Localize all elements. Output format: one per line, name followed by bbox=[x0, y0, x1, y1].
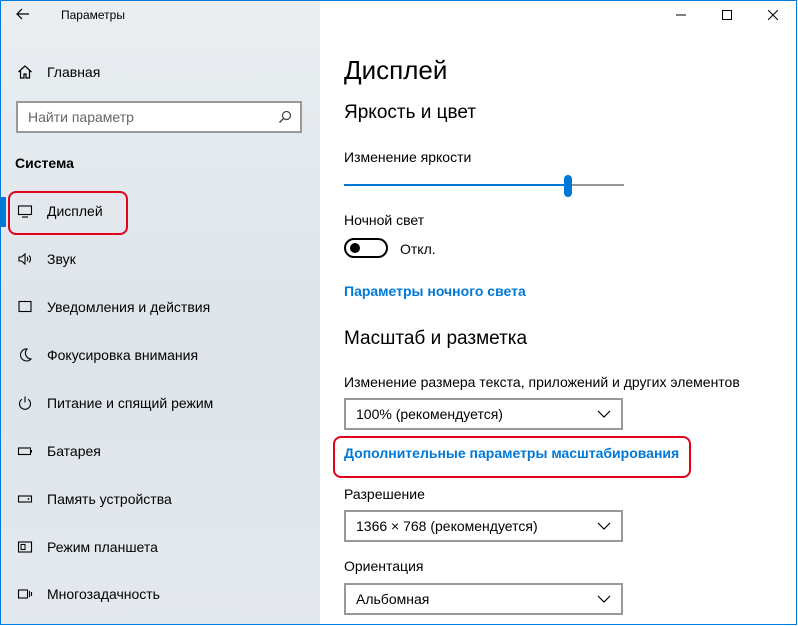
maximize-icon bbox=[722, 10, 732, 20]
chevron-down-icon bbox=[597, 522, 611, 530]
highlight-box-advanced-scaling bbox=[333, 436, 691, 478]
minimize-button[interactable] bbox=[658, 1, 704, 29]
highlight-box-display bbox=[8, 191, 128, 235]
close-icon bbox=[768, 10, 778, 20]
page-title: Дисплей bbox=[344, 55, 448, 85]
multitasking-icon bbox=[15, 584, 35, 604]
close-button[interactable] bbox=[750, 1, 796, 29]
night-light-state: Откл. bbox=[400, 241, 436, 257]
sidebar-section-title: Система bbox=[15, 155, 74, 171]
maximize-button[interactable] bbox=[704, 1, 750, 29]
sidebar-item-label: Режим планшета bbox=[47, 539, 158, 555]
resolution-label: Разрешение bbox=[344, 486, 425, 502]
brightness-label: Изменение яркости bbox=[344, 149, 472, 165]
tablet-icon bbox=[15, 537, 35, 557]
back-button[interactable] bbox=[13, 4, 33, 24]
home-icon bbox=[15, 62, 35, 82]
storage-icon bbox=[15, 489, 35, 509]
scale-dropdown-value: 100% (рекомендуется) bbox=[356, 406, 503, 422]
sidebar-item-power[interactable]: Питание и спящий режим bbox=[15, 391, 213, 415]
brightness-track-fill bbox=[344, 184, 568, 186]
chevron-down-icon bbox=[597, 410, 611, 418]
sidebar-item-home[interactable]: Главная bbox=[15, 61, 100, 83]
sidebar-item-label: Уведомления и действия bbox=[47, 299, 211, 315]
content-pane: Дисплей Яркость и цвет Изменение яркости… bbox=[320, 1, 796, 624]
toggle-knob bbox=[350, 243, 360, 253]
resolution-dropdown[interactable]: 1366 × 768 (рекомендуется) bbox=[344, 510, 623, 542]
resolution-dropdown-value: 1366 × 768 (рекомендуется) bbox=[356, 518, 538, 534]
orientation-label: Ориентация bbox=[344, 558, 424, 574]
scale-label: Изменение размера текста, приложений и д… bbox=[344, 374, 740, 390]
minimize-icon bbox=[676, 14, 686, 16]
chevron-down-icon bbox=[597, 595, 611, 603]
brightness-slider-thumb[interactable] bbox=[564, 175, 572, 197]
scale-dropdown[interactable]: 100% (рекомендуется) bbox=[344, 398, 623, 430]
speaker-icon bbox=[15, 249, 35, 269]
sidebar: Параметры Главная Система Дисплей bbox=[1, 1, 320, 624]
sidebar-item-tablet-mode[interactable]: Режим планшета bbox=[15, 535, 158, 559]
sidebar-item-label: Многозадачность bbox=[47, 586, 160, 602]
search-box[interactable] bbox=[16, 101, 302, 133]
night-light-settings-link[interactable]: Параметры ночного света bbox=[344, 283, 526, 299]
sidebar-item-label: Питание и спящий режим bbox=[47, 395, 214, 411]
search-input[interactable] bbox=[18, 108, 270, 126]
back-arrow-icon bbox=[16, 8, 29, 20]
power-icon bbox=[15, 393, 35, 413]
battery-icon bbox=[15, 441, 35, 461]
active-indicator bbox=[1, 197, 6, 227]
brightness-slider[interactable] bbox=[344, 175, 624, 197]
notifications-icon bbox=[15, 297, 35, 317]
sidebar-item-label: Фокусировка внимания bbox=[47, 347, 199, 363]
settings-window: Параметры Главная Система Дисплей bbox=[0, 0, 797, 625]
sidebar-item-battery[interactable]: Батарея bbox=[15, 439, 101, 463]
search-icon[interactable] bbox=[270, 110, 300, 124]
orientation-dropdown[interactable]: Альбомная bbox=[344, 583, 623, 615]
sidebar-item-notifications[interactable]: Уведомления и действия bbox=[15, 295, 210, 319]
orientation-dropdown-value: Альбомная bbox=[356, 591, 430, 607]
night-light-toggle[interactable] bbox=[344, 238, 388, 258]
night-light-label: Ночной свет bbox=[344, 212, 425, 228]
sidebar-item-label: Главная bbox=[47, 64, 101, 80]
brightness-track-rest bbox=[568, 184, 624, 186]
sidebar-item-multitasking[interactable]: Многозадачность bbox=[15, 582, 160, 606]
sidebar-item-label: Батарея bbox=[47, 443, 101, 459]
sidebar-item-storage[interactable]: Память устройства bbox=[15, 487, 172, 511]
scale-section-title: Масштаб и разметка bbox=[344, 328, 528, 349]
sidebar-item-label: Звук bbox=[47, 251, 76, 267]
moon-icon bbox=[15, 345, 35, 365]
sidebar-item-sound[interactable]: Звук bbox=[15, 247, 76, 271]
sidebar-item-focus-assist[interactable]: Фокусировка внимания bbox=[15, 343, 198, 367]
window-title: Параметры bbox=[61, 8, 125, 22]
sidebar-item-label: Память устройства bbox=[47, 491, 172, 507]
brightness-section-title: Яркость и цвет bbox=[344, 102, 477, 123]
